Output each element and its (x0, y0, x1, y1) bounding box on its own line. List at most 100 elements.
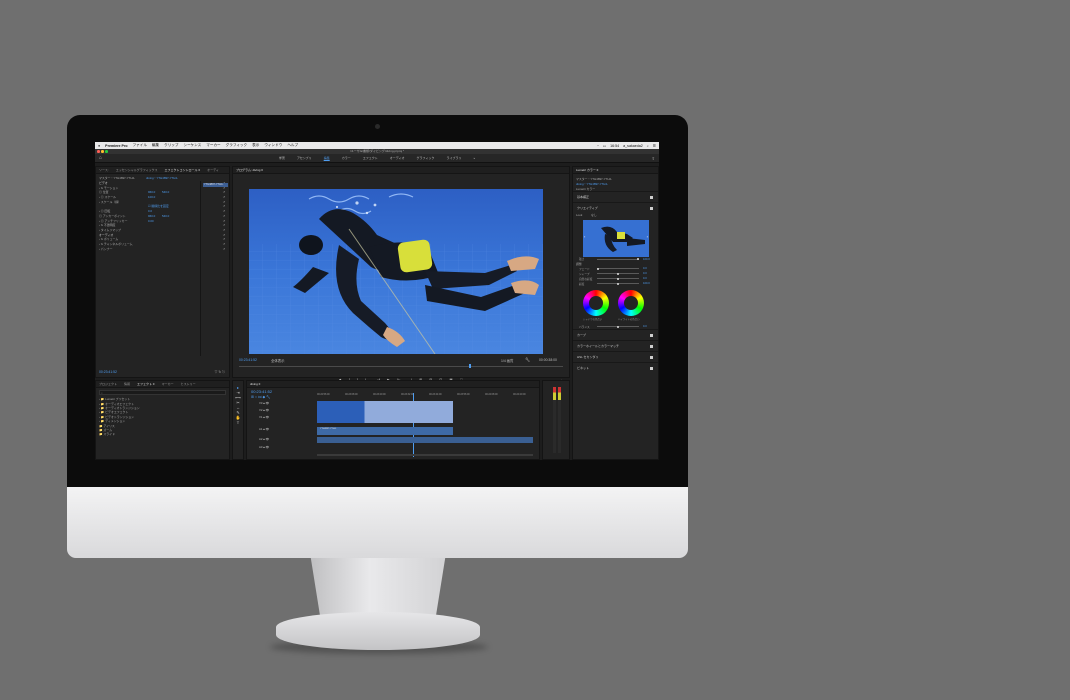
program-scrub-bar[interactable] (239, 366, 563, 367)
timeline-tool-icons[interactable]: ⊞ ∩ ⋈ ◆ 🔧︎ (251, 395, 270, 399)
shadow-tint-wheel[interactable] (583, 290, 609, 317)
slider-knob[interactable] (617, 272, 619, 275)
tab-sequence-diving[interactable]: diving ≡ (250, 382, 260, 386)
workspace-libraries[interactable]: ライブラリ (446, 156, 461, 160)
adjust-slider-value[interactable]: 100.0 (643, 282, 650, 285)
audio-clip-a2[interactable] (317, 437, 533, 443)
workspace-audio[interactable]: オーディオ (390, 156, 405, 160)
eye-icon[interactable]: 👁︎ (265, 415, 269, 419)
menu-view[interactable]: 表示 (252, 143, 259, 148)
intensity-value[interactable]: 100.0 (643, 258, 650, 261)
adjust-slider-value[interactable]: 0.0 (643, 272, 647, 275)
tab-effects[interactable]: エフェクト ≡ (137, 382, 155, 386)
section-checkbox[interactable] (650, 366, 653, 370)
workspace-overflow[interactable]: » (474, 156, 476, 160)
section-checkbox[interactable] (650, 333, 653, 337)
audio-clip-a1[interactable]: YTH4897-YTH4- (317, 427, 453, 435)
share-icon[interactable]: ⇪ (652, 156, 655, 161)
menu-help[interactable]: ヘルプ (287, 143, 298, 148)
filter-icon[interactable]: ▽ ↻ ⎋ (215, 370, 225, 374)
tab-essential-graphics[interactable]: エッセンシャルグラフィックス (116, 168, 158, 172)
tab-lumetri-color[interactable]: Lumetri カラー ≡ (576, 168, 598, 172)
workspace-assembly[interactable]: アセンブリ (297, 156, 312, 160)
adjust-slider-value[interactable]: 0.0 (643, 267, 647, 270)
menubar-clock[interactable]: 16:54 (610, 144, 619, 148)
tab-project[interactable]: プロジェクト (99, 382, 117, 386)
slider-knob[interactable] (617, 277, 619, 280)
section-checkbox[interactable] (650, 195, 653, 199)
slider-knob[interactable] (617, 282, 619, 285)
menu-clip[interactable]: クリップ (164, 143, 178, 148)
menu-graphics[interactable]: グラフィック (226, 143, 248, 148)
zoom-window-button[interactable] (105, 150, 108, 153)
track-header[interactable]: A3 🔒︎ 👁︎ (259, 445, 269, 449)
timeline-ruler[interactable]: 00:22:56:00 00:23:08:00 00:23:20:00 00:23:3… (317, 393, 533, 398)
battery-icon[interactable]: ▭ (603, 144, 606, 148)
minimize-window-button[interactable] (101, 150, 104, 153)
track-header[interactable]: V3 🔒︎ 👁︎ (259, 401, 269, 405)
look-prev-icon[interactable]: ‹ (584, 234, 585, 239)
workspace-color[interactable]: カラー (342, 156, 351, 160)
look-dropdown[interactable]: なし (591, 213, 597, 217)
eye-icon[interactable]: 👁︎ (265, 408, 269, 412)
highlight-tint-wheel[interactable] (618, 290, 644, 317)
program-timecode[interactable]: 00:23:41:52 (239, 358, 257, 362)
type-tool-icon[interactable]: T (233, 420, 243, 425)
section-hsl-secondary[interactable]: HSL セカンダリ (573, 351, 658, 362)
program-playhead[interactable] (469, 364, 471, 368)
close-window-button[interactable] (97, 150, 100, 153)
workspace-effects[interactable]: エフェクト (363, 156, 378, 160)
workspace-editing[interactable]: 編集 (324, 156, 330, 160)
section-vignette[interactable]: ビネット (573, 362, 658, 373)
eye-icon[interactable]: 👁︎ (265, 401, 269, 405)
fit-dropdown[interactable]: 全体表示 (271, 358, 285, 363)
effect-clip-chip[interactable]: YTH4897-YTH4- (203, 183, 228, 187)
tab-history[interactable]: ヒストリー (181, 382, 196, 386)
workspace-learn[interactable]: 学習 (279, 156, 285, 160)
apple-menu-icon[interactable]: ● (98, 144, 100, 148)
slider-knob[interactable] (597, 267, 599, 270)
menu-marker[interactable]: マーカー (206, 143, 220, 148)
section-checkbox[interactable] (650, 344, 653, 348)
menu-file[interactable]: ファイル (133, 143, 147, 148)
wrench-icon[interactable]: 🔧︎ (525, 357, 530, 362)
menubar-user[interactable]: a_sakaeda2 (623, 144, 643, 148)
tab-source[interactable]: ソース: (99, 168, 109, 172)
section-curves[interactable]: カーブ (573, 329, 658, 340)
section-creative[interactable]: クリエイティブ (573, 202, 658, 213)
menu-window[interactable]: ウィンドウ (264, 143, 282, 148)
track-header[interactable]: V2 🔒︎ 👁︎ (259, 408, 269, 412)
home-icon[interactable]: ⌂ (99, 155, 102, 161)
section-color-wheels[interactable]: カラーホイールとカラーマッチ (573, 340, 658, 351)
track-header[interactable]: A1 🔒︎ 👁︎ (259, 427, 269, 431)
tab-program[interactable]: プログラム: diving ≡ (236, 168, 263, 172)
track-header[interactable]: A2 🔒︎ 👁︎ (259, 437, 269, 441)
menu-sequence[interactable]: シーケンス (183, 143, 201, 148)
tab-info[interactable]: 情報 (124, 382, 130, 386)
effects-search-field[interactable]: ⌕ (99, 390, 226, 395)
workspace-graphics[interactable]: グラフィック (417, 156, 435, 160)
effects-folder-item[interactable]: 📁 スライド (96, 432, 229, 436)
slider-track[interactable] (597, 268, 639, 270)
wifi-icon[interactable]: ◔ (597, 144, 599, 148)
spotlight-icon[interactable]: ⌕ (647, 144, 649, 148)
tab-markers[interactable]: マーカー (162, 382, 174, 386)
quality-dropdown[interactable]: 1/4 画質 (501, 358, 513, 363)
timeline-timecode[interactable]: 00:23:41:52 (251, 389, 272, 394)
eye-icon[interactable]: 👁︎ (265, 437, 269, 441)
section-checkbox[interactable] (650, 206, 653, 210)
menu-edit[interactable]: 編集 (152, 143, 159, 148)
program-video-frame[interactable] (249, 189, 543, 354)
notification-icon[interactable]: ☰ (653, 144, 656, 148)
eye-icon[interactable]: 👁︎ (265, 445, 269, 449)
tab-effect-controls[interactable]: エフェクトコントロール ≡ (165, 168, 201, 172)
look-preview-thumbnail[interactable]: ‹ › (583, 219, 649, 257)
effect-controls-timecode[interactable]: 00:23:41:52 (99, 370, 117, 374)
section-checkbox[interactable] (650, 355, 653, 359)
balance-value[interactable]: 0.0 (643, 325, 647, 328)
tab-audio-mixer[interactable]: オーディ (207, 168, 219, 172)
timeline-zoom-scrollbar[interactable] (317, 454, 533, 456)
track-header[interactable]: V1 🔒︎ 👁︎ (259, 415, 269, 419)
adjust-slider-value[interactable]: 0.0 (643, 277, 647, 280)
look-next-icon[interactable]: › (647, 234, 648, 239)
